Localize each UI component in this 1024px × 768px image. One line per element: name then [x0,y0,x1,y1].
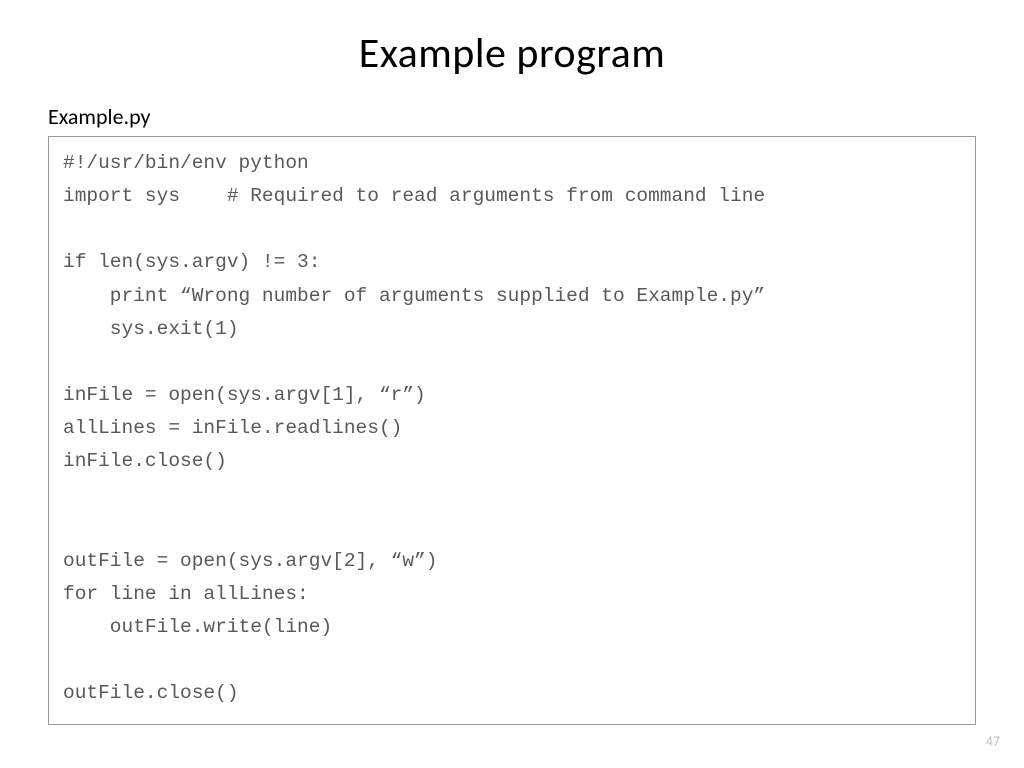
code-block: #!/usr/bin/env python import sys # Requi… [48,136,976,725]
page-number: 47 [986,733,1000,750]
slide-title: Example program [48,28,976,79]
slide: Example program Example.py #!/usr/bin/en… [0,0,1024,768]
code-filename: Example.py [48,103,976,130]
